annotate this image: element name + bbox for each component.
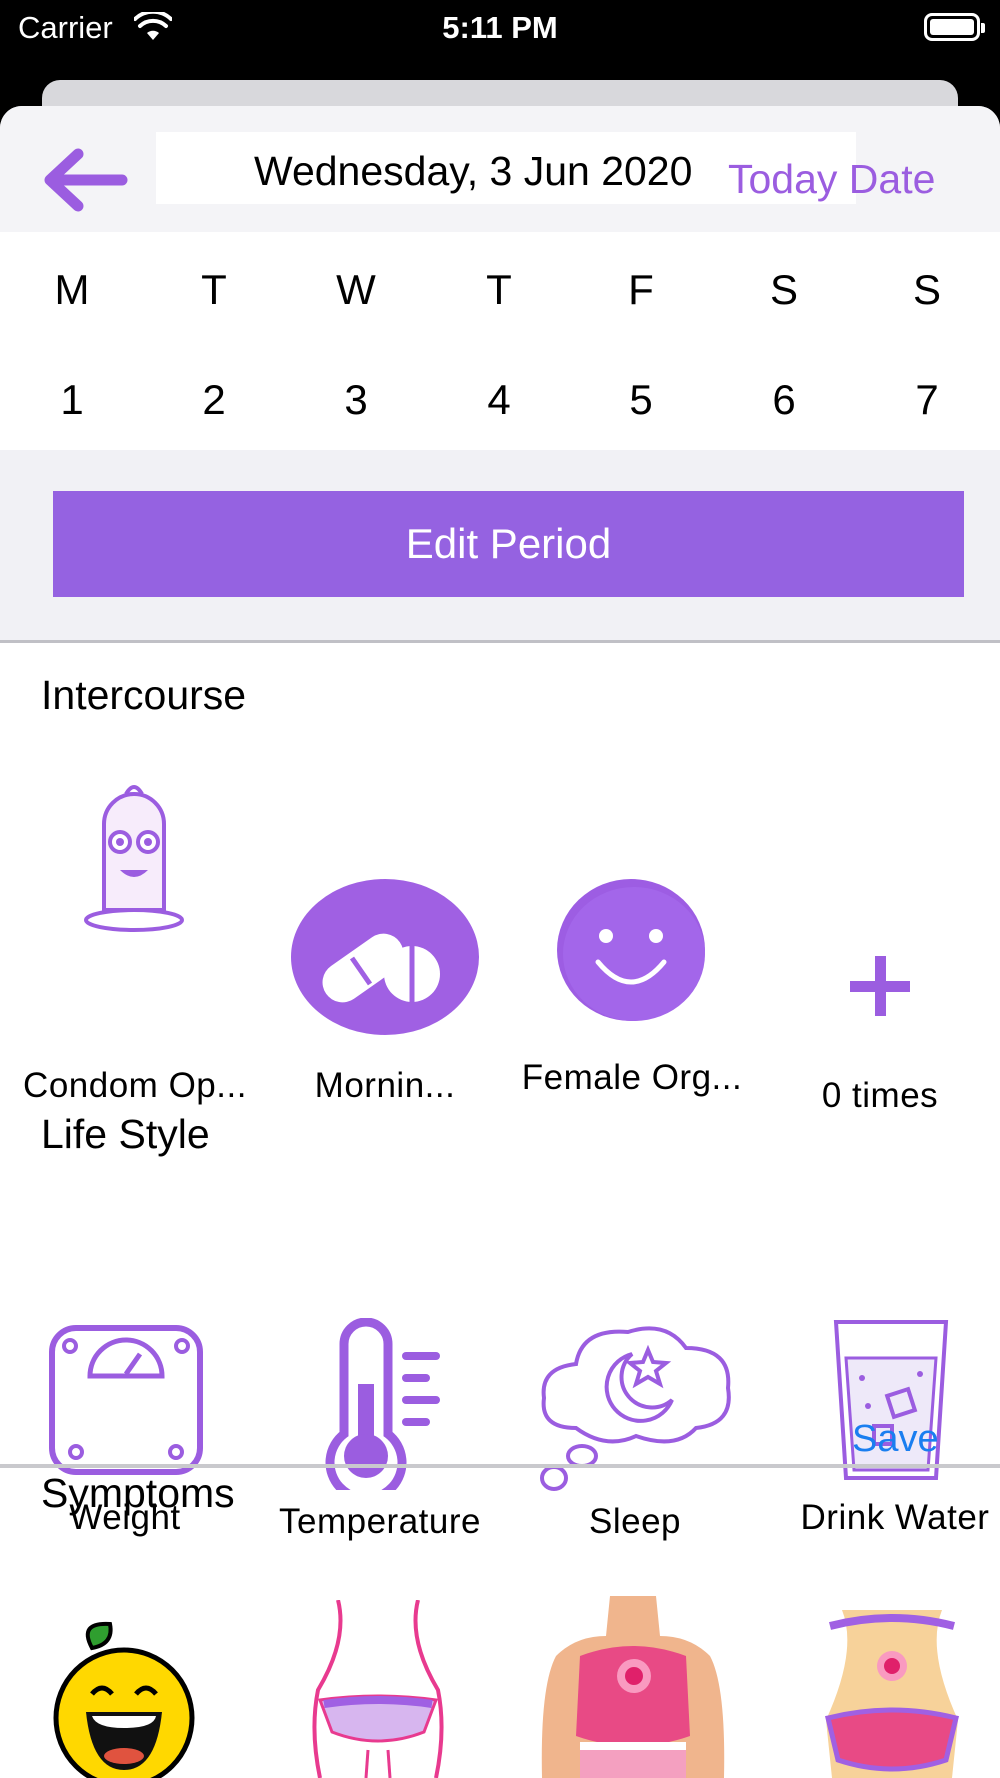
temperature-label: Temperature (279, 1502, 481, 1541)
date-cell[interactable]: 1 (27, 376, 117, 424)
scale-icon[interactable] (48, 1324, 204, 1476)
weekday-label: S (769, 266, 798, 313)
smiley-icon[interactable] (556, 878, 706, 1022)
header-bar: Wednesday, 3 Jun 2020 Today Date (0, 106, 1000, 232)
battery-icon (924, 13, 985, 41)
edit-period-area: Edit Period (0, 450, 1000, 643)
date-cell[interactable]: 7 (882, 376, 972, 424)
weekday-label: M (54, 266, 90, 313)
morning-after-label: Mornin... (314, 1066, 456, 1105)
selected-date-title: Wednesday, 3 Jun 2020 (254, 148, 693, 194)
intercourse-count-label: 0 times (821, 1076, 939, 1115)
date-cell[interactable]: 6 (739, 376, 829, 424)
date-cell[interactable]: 3 (311, 376, 401, 424)
weekday-label: T (486, 266, 512, 313)
calendar-sheet: Wednesday, 3 Jun 2020 Today Date M T W T… (0, 106, 1000, 1778)
date-cell[interactable]: 5 (596, 376, 686, 424)
week-strip: M T W T F S S 1 2 3 4 5 6 7 (0, 232, 1000, 456)
drink-water-label: Drink Water (800, 1498, 990, 1537)
clock: 5:11 PM (442, 10, 558, 45)
plus-icon[interactable] (846, 956, 914, 1016)
weekday-label: S (912, 266, 941, 313)
female-orgasm-label: Female Org... (521, 1058, 743, 1097)
intercourse-section-title: Intercourse (41, 672, 247, 718)
body-waist-icon[interactable] (308, 1600, 448, 1778)
section-divider (0, 1464, 1000, 1468)
pelvic-pain-icon[interactable] (822, 1610, 962, 1778)
back-arrow-icon[interactable] (38, 142, 134, 218)
pill-icon[interactable] (290, 878, 480, 1036)
weekday-label: F (628, 266, 654, 313)
today-date-button[interactable]: Today Date (728, 156, 935, 203)
symptoms-section-title: Symptoms (41, 1470, 235, 1516)
edit-period-button[interactable]: Edit Period (53, 491, 964, 597)
date-cell[interactable]: 4 (454, 376, 544, 424)
lifestyle-section-title: Life Style (41, 1111, 210, 1157)
date-cell[interactable]: 2 (169, 376, 259, 424)
weekday-label: W (336, 266, 376, 313)
chest-pain-icon[interactable] (540, 1596, 726, 1778)
status-bar: Carrier 5:11 PM (0, 0, 1000, 56)
sleep-label: Sleep (588, 1502, 682, 1541)
weekday-label: T (201, 266, 227, 313)
happy-lemon-icon[interactable] (52, 1620, 196, 1778)
condom-option-label: Condom Op... (23, 1066, 247, 1105)
condom-icon[interactable] (80, 774, 188, 936)
save-button[interactable]: Save (852, 1418, 939, 1461)
